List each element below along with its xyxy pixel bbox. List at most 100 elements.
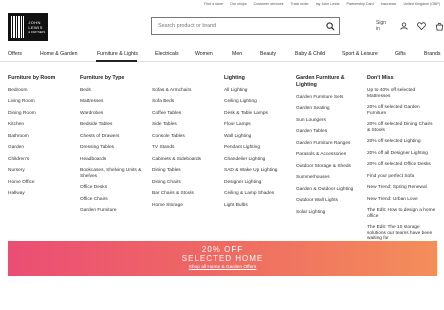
menu-link[interactable]: Nursery: [8, 168, 78, 174]
menu-link[interactable]: Solar Lighting: [296, 210, 360, 216]
promo-link[interactable]: Find your perfect Sofa: [367, 174, 437, 180]
menu-link[interactable]: Beds: [80, 88, 144, 94]
nav-electricals[interactable]: Electricals: [155, 51, 179, 57]
logo-stripes: [11, 16, 25, 38]
util-insurance[interactable]: Insurance: [381, 2, 397, 6]
menu-link[interactable]: Cabinets & Sideboards: [152, 157, 218, 163]
menu-link[interactable]: Dining Tables: [152, 168, 218, 174]
util-country[interactable]: United Kingdom (GBP): [403, 2, 440, 6]
promo-link[interactable]: 20% off selected Lighting: [367, 139, 437, 145]
nav-men[interactable]: Men: [232, 51, 242, 57]
menu-link[interactable]: Coffee Tables: [152, 111, 218, 117]
menu-link[interactable]: Floor Lamps: [224, 122, 290, 128]
promo-link[interactable]: The Edit: How to design a home office: [367, 208, 437, 219]
menu-link[interactable]: Bedside Tables: [80, 122, 144, 128]
util-find-store[interactable]: Find a store: [204, 2, 223, 6]
menu-link[interactable]: Living Room: [8, 99, 78, 105]
menu-link[interactable]: Office Desks: [80, 185, 144, 191]
menu-link[interactable]: Wardrobes: [80, 111, 144, 117]
promo-link[interactable]: 20% off all Designer Lighting: [367, 151, 437, 157]
menu-link[interactable]: Garden & Outdoor Lighting: [296, 187, 360, 193]
util-partnership-card[interactable]: Partnership Card: [346, 2, 373, 6]
menu-link[interactable]: Parasols & Accessories: [296, 152, 360, 158]
menu-link[interactable]: Designer Lighting: [224, 180, 290, 186]
menu-heading-dont-miss: Don't Miss: [367, 75, 394, 81]
menu-link[interactable]: Office Chairs: [80, 197, 144, 203]
menu-link[interactable]: Garden Tables: [296, 129, 360, 135]
promo-link[interactable]: 20% off selected Dining Chairs & Stools: [367, 122, 437, 133]
menu-link[interactable]: Children's: [8, 157, 78, 163]
promo-link[interactable]: 20% off selected Office Desks: [367, 162, 437, 168]
menu-link[interactable]: Dining Chairs: [152, 180, 218, 186]
menu-link[interactable]: Garden Furniture Ranges: [296, 141, 360, 147]
wishlist-heart-icon[interactable]: [417, 21, 427, 31]
menu-link[interactable]: Bar Chairs & Stools: [152, 191, 218, 197]
menu-link[interactable]: Home Office: [8, 180, 78, 186]
menu-link[interactable]: Wall Lighting: [224, 134, 290, 140]
menu-link[interactable]: Headboards: [80, 157, 144, 163]
nav-baby-child[interactable]: Baby & Child: [295, 51, 325, 57]
promo-link[interactable]: 20% off selected Garden Furniture: [367, 105, 437, 116]
menu-col-garden: Garden Furniture & Lighting Garden Furni…: [296, 75, 360, 221]
nav-offers[interactable]: Offers: [8, 51, 22, 57]
menu-link[interactable]: SAD & Wake Up Lighting: [224, 168, 290, 174]
user-icon[interactable]: [399, 21, 409, 31]
basket-icon[interactable]: [434, 21, 444, 31]
nav-brands[interactable]: Brands: [424, 51, 440, 57]
utility-bar: Find a store Our shops Customer services…: [0, 0, 444, 7]
menu-link[interactable]: Console Tables: [152, 134, 218, 140]
nav-beauty[interactable]: Beauty: [260, 51, 276, 57]
nav-furniture-lights[interactable]: Furniture & Lights: [97, 51, 138, 57]
menu-link[interactable]: Hallway: [8, 191, 78, 197]
banner-link[interactable]: Shop all Home & Garden Offers: [8, 265, 437, 270]
menu-link[interactable]: Bedroom: [8, 88, 78, 94]
menu-link[interactable]: Dressing Tables: [80, 145, 144, 151]
promo-link[interactable]: The Edit: The 10 storage solutions our t…: [367, 225, 437, 242]
menu-link[interactable]: Chandelier Lighting: [224, 157, 290, 163]
menu-link[interactable]: Kitchen: [8, 122, 78, 128]
menu-link[interactable]: Garden Seating: [296, 106, 360, 112]
promo-link[interactable]: Up to 40% off selected Mattresses: [367, 88, 437, 99]
menu-link[interactable]: TV Stands: [152, 145, 218, 151]
menu-link[interactable]: Outdoor Storage & Sheds: [296, 164, 360, 170]
menu-heading-by-room: Furniture by Room: [8, 75, 56, 81]
menu-link[interactable]: All Lighting: [224, 88, 290, 94]
nav-sport-leisure[interactable]: Sport & Leisure: [342, 51, 378, 57]
menu-link[interactable]: Sofa Beds: [152, 99, 218, 105]
promo-link[interactable]: New Trend: Spring Renewal: [367, 185, 437, 191]
util-customer-services[interactable]: Customer services: [254, 2, 284, 6]
menu-link[interactable]: Chests of Drawers: [80, 134, 144, 140]
menu-link[interactable]: Home Storage: [152, 203, 218, 209]
search-input[interactable]: [158, 23, 323, 29]
search-icon[interactable]: [323, 19, 337, 33]
menu-link[interactable]: Mattresses: [80, 99, 144, 105]
menu-col-by-room: Furniture by Room Bedroom Living Room Di…: [8, 75, 78, 203]
site-logo[interactable]: JOHN LEWIS & PARTNERS: [8, 13, 48, 41]
menu-heading-garden: Garden Furniture & Lighting: [296, 75, 345, 88]
util-track-order[interactable]: Track order: [290, 2, 308, 6]
menu-link[interactable]: Bathroom: [8, 134, 78, 140]
menu-link[interactable]: Ceiling & Lamp Shades: [224, 191, 290, 197]
menu-link[interactable]: Dining Room: [8, 111, 78, 117]
menu-link[interactable]: Summerhouses: [296, 175, 360, 181]
menu-link[interactable]: Light Bulbs: [224, 203, 290, 209]
menu-link[interactable]: Garden Furniture Sets: [296, 95, 360, 101]
util-our-shops[interactable]: Our shops: [230, 2, 247, 6]
menu-link[interactable]: Outdoor Wall Lights: [296, 198, 360, 204]
menu-link[interactable]: Sun Loungers: [296, 118, 360, 124]
menu-link[interactable]: Bookcases, Shelving Units & Shelves: [80, 168, 144, 179]
util-my-john-lewis[interactable]: my John Lewis: [316, 2, 340, 6]
menu-link[interactable]: Sofas & Armchairs: [152, 88, 218, 94]
menu-link[interactable]: Pendant Lighting: [224, 145, 290, 151]
menu-link[interactable]: Garden Furniture: [80, 208, 144, 214]
promo-banner[interactable]: 20% OFF SELECTED HOME Shop all Home & Ga…: [8, 241, 437, 276]
nav-gifts[interactable]: Gifts: [395, 51, 406, 57]
menu-link[interactable]: Garden: [8, 145, 78, 151]
signin-link[interactable]: Sign in: [376, 20, 391, 32]
nav-women[interactable]: Women: [195, 51, 213, 57]
promo-link[interactable]: New Trend: Urban Love: [367, 197, 437, 203]
nav-home-garden[interactable]: Home & Garden: [40, 51, 77, 57]
menu-link[interactable]: Side Tables: [152, 122, 218, 128]
menu-link[interactable]: Desk & Table Lamps: [224, 111, 290, 117]
menu-link[interactable]: Ceiling Lighting: [224, 99, 290, 105]
